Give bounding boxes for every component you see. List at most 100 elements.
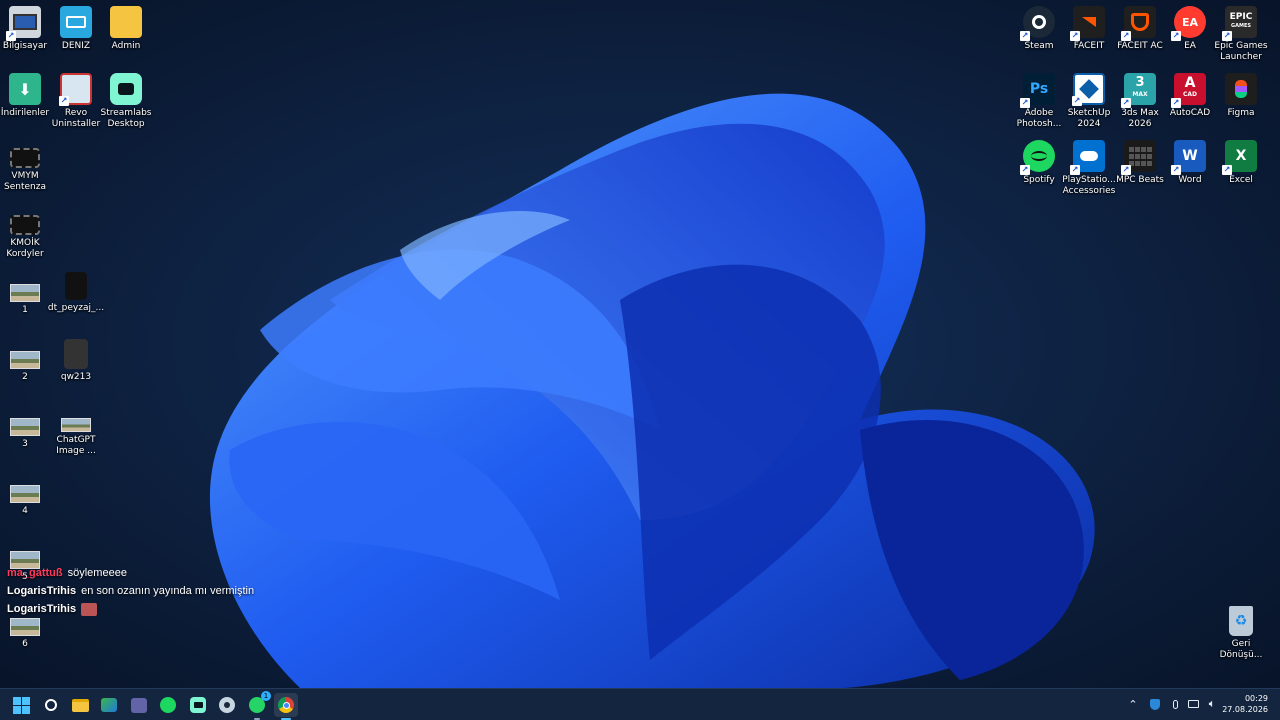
map-app-icon[interactable] bbox=[97, 693, 121, 717]
autocad-icon[interactable]: A CAD ↗ AutoCAD bbox=[1165, 73, 1215, 119]
photoshop-logo-icon: Ps ↗ bbox=[1020, 73, 1055, 108]
icon-label: 4 bbox=[22, 506, 28, 516]
security-shield-icon[interactable] bbox=[1148, 697, 1162, 711]
chat-username: LogarisTrihis bbox=[7, 603, 77, 616]
network-icon[interactable] bbox=[1186, 697, 1200, 711]
epic-logo-icon: EPIC GAMES ↗ bbox=[1222, 6, 1257, 41]
image-file-icon[interactable]: 3 bbox=[0, 418, 50, 450]
icon-label: VMYM Sentenza bbox=[4, 171, 46, 192]
icon-label: Geri Dönüşü... bbox=[1219, 639, 1263, 660]
autocad-logo-icon: A CAD ↗ bbox=[1171, 73, 1206, 108]
icon-label: dt_peyzaj_... bbox=[47, 303, 105, 313]
epic-logo-subtext: GAMES bbox=[1231, 23, 1251, 29]
chat-text: söylemeeee bbox=[67, 567, 127, 579]
chevron-up-icon[interactable]: ⌃ bbox=[1126, 697, 1140, 711]
3dsmax-logo-text: 3 bbox=[1135, 75, 1145, 90]
image-file-icon[interactable]: 2 bbox=[0, 351, 50, 383]
image-file-icon[interactable]: 1 bbox=[0, 284, 50, 316]
epic-games-icon[interactable]: EPIC GAMES ↗ Epic Games Launcher bbox=[1214, 6, 1268, 63]
steam-icon[interactable]: ↗ Steam bbox=[1014, 6, 1064, 52]
ea-logo-icon: EA ↗ bbox=[1171, 6, 1206, 41]
steam-icon[interactable] bbox=[215, 693, 239, 717]
chat-text: en son ozanın yayında mı vermiştin bbox=[81, 585, 255, 597]
file-icon[interactable]: dt_peyzaj_... bbox=[48, 272, 104, 314]
video-file-icon[interactable]: KMOİK Kordyler bbox=[0, 215, 50, 260]
spotify-logo-icon: ↗ bbox=[1020, 140, 1055, 175]
teams-icon[interactable] bbox=[127, 693, 151, 717]
chat-message: LogarisTrihis en son ozanın yayında mı ve… bbox=[7, 585, 254, 597]
image-file-icon[interactable]: 4 bbox=[0, 485, 50, 517]
mpc-pads-icon: ↗ bbox=[1121, 140, 1156, 175]
video-file-icon[interactable]: VMYM Sentenza bbox=[0, 148, 50, 193]
word-icon[interactable]: W ↗ Word bbox=[1165, 140, 1215, 186]
icon-label: Excel bbox=[1229, 175, 1253, 185]
streamlabs-desktop-icon[interactable]: Streamlabs Desktop bbox=[101, 73, 151, 130]
file-icon[interactable]: qw213 bbox=[51, 339, 101, 383]
dark-file-icon bbox=[65, 272, 87, 300]
indirilenler-folder-icon[interactable]: ⬇ İndirilenler bbox=[0, 73, 50, 119]
computer-icon: ↗ bbox=[6, 6, 41, 41]
3dsmax-icon[interactable]: 3 MAX ↗ 3ds Max 2026 bbox=[1115, 73, 1165, 130]
photoshop-icon[interactable]: Ps ↗ Adobe Photosh... bbox=[1014, 73, 1064, 130]
film-icon bbox=[10, 148, 40, 168]
volume-icon[interactable]: 🔈︎ bbox=[1205, 697, 1219, 711]
autocad-logo-subtext: CAD bbox=[1182, 91, 1198, 98]
deniz-icon[interactable]: DENIZ bbox=[51, 6, 101, 52]
user-folder-icon bbox=[60, 6, 92, 38]
excel-logo-text: X bbox=[1235, 148, 1247, 164]
start-icon[interactable] bbox=[9, 693, 33, 717]
autocad-logo-text: A bbox=[1184, 75, 1196, 91]
bilgisayar-icon[interactable]: ↗ Bilgisayar bbox=[0, 6, 50, 52]
search-icon[interactable] bbox=[39, 693, 63, 717]
playstation-accessories-icon[interactable]: ↗ PlayStatio... Accessories bbox=[1062, 140, 1116, 197]
epic-logo-text: EPIC bbox=[1229, 12, 1253, 22]
recycle-bin-icon[interactable]: ♻ Geri Dönüşü... bbox=[1216, 606, 1266, 661]
whatsapp-icon[interactable]: 1 bbox=[245, 691, 271, 720]
chrome-icon[interactable] bbox=[274, 693, 298, 720]
download-folder-icon: ⬇ bbox=[9, 73, 41, 105]
microphone-icon[interactable] bbox=[1168, 697, 1182, 711]
admin-folder-icon[interactable]: Admin bbox=[101, 6, 151, 52]
film-icon bbox=[10, 215, 40, 235]
sketchup-logo-icon: ↗ bbox=[1072, 73, 1105, 106]
chat-emote-icon bbox=[81, 603, 98, 616]
clock[interactable]: 00:29 27.08.2026 bbox=[1222, 693, 1268, 715]
3dsmax-logo-icon: 3 MAX ↗ bbox=[1121, 73, 1156, 108]
image-thumbnail-icon bbox=[61, 418, 91, 432]
faceit-icon[interactable]: ↗ FACEIT bbox=[1064, 6, 1114, 52]
chat-username: ma_gattuß bbox=[7, 567, 63, 579]
icon-label: Streamlabs Desktop bbox=[100, 108, 152, 129]
sketchup-icon[interactable]: ↗ SketchUp 2024 bbox=[1064, 73, 1114, 130]
image-thumbnail-icon bbox=[10, 618, 40, 636]
icon-label: qw213 bbox=[60, 372, 92, 382]
image-file-icon[interactable]: ChatGPT Image ... bbox=[51, 418, 101, 457]
excel-icon[interactable]: X ↗ Excel bbox=[1216, 140, 1266, 186]
streamlabs-icon[interactable] bbox=[186, 693, 210, 717]
taskbar: 1 ⌃ 🔈︎ 00:29 27.08.2026 bbox=[0, 688, 1280, 720]
chat-message: ma_gattuß söylemeeee bbox=[7, 567, 127, 579]
faceit-ac-logo-icon: ↗ bbox=[1121, 6, 1156, 41]
chat-username: LogarisTrihis bbox=[7, 585, 77, 597]
spotify-icon[interactable]: ↗ Spotify bbox=[1014, 140, 1064, 186]
clock-date: 27.08.2026 bbox=[1222, 705, 1268, 714]
notification-badge: 1 bbox=[261, 691, 271, 701]
ea-icon[interactable]: EA ↗ EA bbox=[1165, 6, 1215, 52]
folder-icon bbox=[110, 6, 142, 38]
image-thumbnail-icon bbox=[10, 418, 40, 436]
image-thumbnail-icon bbox=[10, 284, 40, 302]
mpc-beats-icon[interactable]: ↗ MPC Beats bbox=[1115, 140, 1165, 186]
figma-icon[interactable]: Figma bbox=[1216, 73, 1266, 119]
icon-label: Admin bbox=[111, 41, 141, 51]
spotify-icon[interactable] bbox=[156, 693, 180, 717]
image-thumbnail-icon bbox=[10, 485, 40, 503]
chat-message: LogarisTrihis bbox=[7, 603, 98, 616]
image-file-icon[interactable]: 6 bbox=[0, 618, 50, 650]
icon-label: Epic Games Launcher bbox=[1214, 41, 1268, 62]
file-explorer-icon[interactable] bbox=[68, 693, 92, 717]
figma-logo-icon bbox=[1225, 73, 1257, 105]
icon-label: 6 bbox=[22, 639, 28, 649]
image-thumbnail-icon bbox=[10, 351, 40, 369]
revo-uninstaller-icon[interactable]: ↗ Revo Uninstaller bbox=[51, 73, 101, 130]
steam-logo-icon: ↗ bbox=[1020, 6, 1055, 41]
faceit-ac-icon[interactable]: ↗ FACEIT AC bbox=[1115, 6, 1165, 52]
